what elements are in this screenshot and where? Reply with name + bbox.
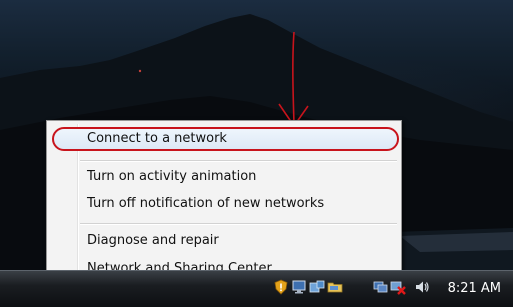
menu-item-turn-on-activity-animation[interactable]: Turn on activity animation xyxy=(87,169,256,184)
menu-separator xyxy=(80,223,397,225)
network-error-icon[interactable] xyxy=(390,279,406,295)
network-icon[interactable] xyxy=(291,279,307,295)
network-disconnected-icon[interactable] xyxy=(373,279,389,295)
device-icon[interactable] xyxy=(309,279,325,295)
taskbar: 8:21 AM xyxy=(0,270,513,307)
shield-warning-icon[interactable] xyxy=(273,279,289,295)
network-context-menu: Connect to a network Turn on activity an… xyxy=(46,120,402,286)
taskbar-clock[interactable]: 8:21 AM xyxy=(448,281,501,296)
volume-icon[interactable] xyxy=(414,279,430,295)
folder-icon[interactable] xyxy=(327,279,343,295)
menu-separator xyxy=(80,160,397,162)
menu-item-connect-to-network[interactable]: Connect to a network xyxy=(87,131,227,146)
menu-item-turn-off-notifications[interactable]: Turn off notification of new networks xyxy=(87,196,324,211)
menu-item-diagnose-and-repair[interactable]: Diagnose and repair xyxy=(87,233,219,248)
